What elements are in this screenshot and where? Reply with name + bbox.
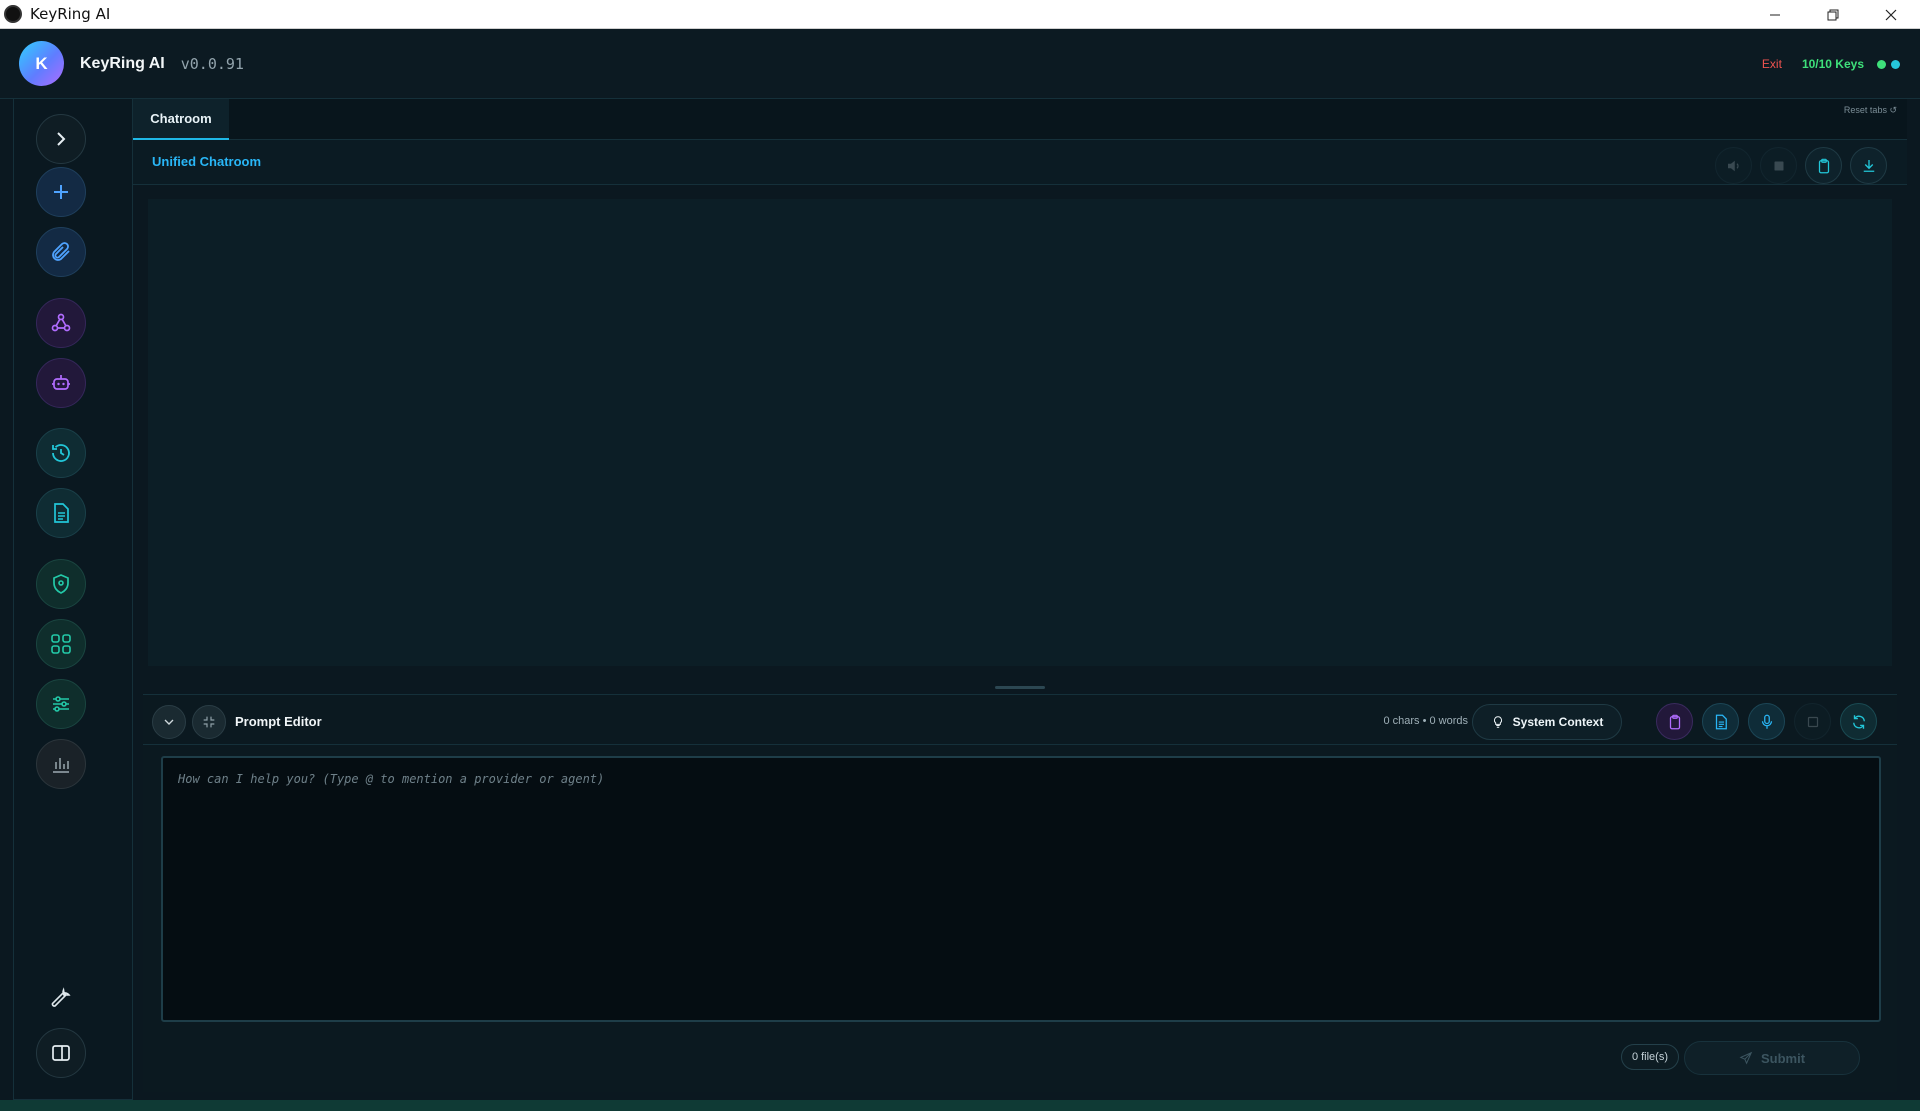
clipboard-icon — [1818, 158, 1829, 173]
download-chat-button[interactable] — [1850, 147, 1887, 184]
refresh-button[interactable] — [1840, 703, 1877, 740]
stop-input-button[interactable] — [1794, 703, 1831, 740]
chat-header: Unified Chatroom — [133, 140, 1907, 185]
prompt-editor-toolbar: Prompt Editor 0 chars • 0 words System C… — [143, 695, 1897, 745]
bar-chart-icon — [53, 758, 69, 773]
char-word-count: 0 chars • 0 words — [1383, 715, 1468, 727]
copy-chat-button[interactable] — [1805, 147, 1842, 184]
prompt-input[interactable] — [163, 758, 1879, 1020]
paperclip-icon — [52, 242, 70, 261]
chat-actions — [1715, 147, 1887, 184]
resize-handle[interactable] — [995, 686, 1045, 689]
prompt-editor-title: Prompt Editor — [235, 714, 322, 729]
files-count-badge[interactable]: 0 file(s) — [1620, 1044, 1679, 1070]
document-icon — [54, 503, 69, 523]
avatar[interactable]: K — [19, 41, 64, 86]
document-prompt-button[interactable] — [1702, 703, 1739, 740]
prompt-editor-panel: Prompt Editor 0 chars • 0 words System C… — [143, 694, 1897, 1092]
chat-title: Unified Chatroom — [152, 154, 262, 169]
system-context-label: System Context — [1512, 715, 1604, 729]
sidebar-item-security[interactable] — [36, 559, 86, 609]
robot-icon — [52, 375, 70, 390]
header-status-area: Exit 10/10 Keys — [1762, 29, 1900, 99]
close-button[interactable] — [1862, 0, 1920, 29]
app-version: v0.0.91 — [180, 54, 244, 73]
stop-icon — [1807, 716, 1818, 727]
status-dot-cyan — [1891, 59, 1900, 69]
main-area: Chatroom Reset tabs ↺ Unified Chatroom P… — [133, 99, 1907, 1100]
app-name: KeyRing AI — [80, 54, 165, 72]
document-icon — [1715, 714, 1727, 729]
system-context-button[interactable]: System Context — [1472, 704, 1622, 740]
sidebar-item-documents[interactable] — [36, 488, 86, 538]
submit-button[interactable]: Submit — [1684, 1041, 1860, 1075]
minimize-icon — [1770, 14, 1780, 15]
send-icon — [1739, 1051, 1753, 1065]
restore-icon — [1827, 9, 1839, 20]
refresh-icon — [1852, 714, 1865, 729]
toggle-panel-button[interactable] — [36, 1028, 86, 1078]
sidebar-item-stats[interactable] — [36, 739, 86, 789]
tab-strip: Chatroom Reset tabs ↺ — [133, 99, 1907, 140]
sidebar-item-new[interactable] — [36, 167, 86, 217]
sidebar-item-providers[interactable] — [36, 298, 86, 348]
sliders-icon — [53, 696, 69, 712]
chevron-down-icon — [164, 719, 174, 725]
shrink-icon — [203, 716, 215, 728]
prompt-input-container — [161, 756, 1881, 1022]
stop-button[interactable] — [1760, 147, 1797, 184]
microphone-icon — [1761, 714, 1772, 729]
history-icon — [52, 444, 70, 462]
minimize-editor-button[interactable] — [192, 705, 226, 739]
sidebar-item-attach[interactable] — [36, 227, 86, 277]
reset-tabs-button[interactable]: Reset tabs ↺ — [1844, 105, 1897, 116]
bottom-status-bar — [0, 1100, 1920, 1111]
sidebar-item-agents[interactable] — [36, 358, 86, 408]
speaker-icon — [1727, 160, 1739, 171]
keys-status[interactable]: 10/10 Keys — [1802, 57, 1864, 71]
app-header: K KeyRing AI v0.0.91 Exit 10/10 Keys — [0, 29, 1920, 99]
voice-input-button[interactable] — [1748, 703, 1785, 740]
minimize-button[interactable] — [1746, 0, 1804, 29]
window-titlebar: KeyRing AI — [0, 0, 1920, 29]
wrench-icon — [51, 987, 71, 1007]
close-icon — [1885, 9, 1897, 20]
network-icon — [51, 313, 71, 332]
restore-button[interactable] — [1804, 0, 1862, 29]
status-dot-green — [1877, 59, 1886, 69]
sidebar-item-tools[interactable] — [36, 973, 86, 1023]
app-window-icon — [4, 5, 22, 23]
sidebar-item-history[interactable] — [36, 428, 86, 478]
speaker-button[interactable] — [1715, 147, 1752, 184]
sidebar-item-shortcuts[interactable] — [36, 619, 86, 669]
collapse-editor-button[interactable] — [152, 705, 186, 739]
command-icon — [51, 634, 71, 654]
clipboard-icon — [1669, 714, 1680, 729]
sidebar-expand-button[interactable] — [36, 114, 86, 164]
sidebar-item-settings[interactable] — [36, 679, 86, 729]
stop-icon — [1774, 161, 1783, 170]
chat-messages-area — [148, 199, 1892, 666]
window-controls — [1746, 0, 1920, 29]
plus-icon — [54, 185, 68, 199]
submit-label: Submit — [1760, 1050, 1806, 1066]
tab-chatroom[interactable]: Chatroom — [133, 99, 229, 140]
sidebar — [13, 99, 133, 1100]
window-title: KeyRing AI — [30, 5, 111, 23]
panel-icon — [52, 1045, 70, 1061]
exit-button[interactable]: Exit — [1762, 57, 1782, 71]
chevron-right-icon — [57, 132, 66, 146]
download-icon — [1863, 159, 1874, 172]
shield-icon — [53, 574, 69, 594]
editor-actions — [1656, 703, 1877, 740]
paste-prompt-button[interactable] — [1656, 703, 1693, 740]
lightbulb-icon — [1493, 716, 1502, 728]
